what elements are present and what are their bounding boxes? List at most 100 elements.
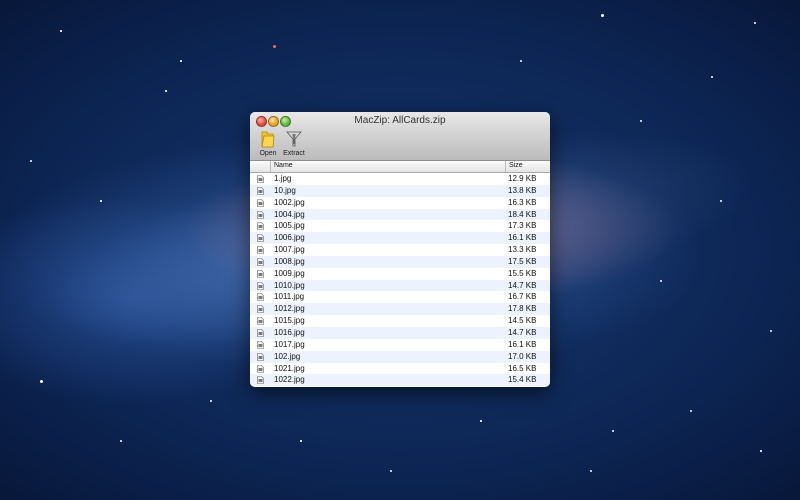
table-row[interactable]: 1008.jpg 17.5 KB — [250, 255, 550, 268]
file-size: 16.3 KB — [508, 197, 537, 207]
file-name: 1007.jpg — [274, 245, 305, 255]
extract-button[interactable]: Extract — [279, 129, 309, 157]
file-name: 1009.jpg — [274, 268, 305, 278]
file-size: 17.0 KB — [508, 351, 537, 361]
file-icon — [257, 269, 264, 278]
file-icon — [257, 329, 264, 337]
file-size: 14.7 KB — [508, 280, 537, 290]
file-name: 1021.jpg — [274, 363, 305, 373]
star — [120, 440, 122, 442]
file-name: 1015.jpg — [274, 316, 305, 326]
file-icon — [257, 293, 264, 302]
table-row[interactable]: 1005.jpg 17.3 KB — [250, 220, 550, 232]
table-row[interactable]: 1015.jpg 14.5 KB — [250, 315, 550, 327]
column-header-name[interactable]: Name — [274, 162, 293, 169]
file-name: 1010.jpg — [274, 280, 305, 290]
table-row[interactable]: 1007.jpg 13.3 KB — [250, 244, 550, 256]
file-size: 16.5 KB — [508, 363, 537, 373]
file-size: 16.1 KB — [508, 339, 537, 349]
desktop-wallpaper: MacZip: AllCards.zip Open Extract Name S… — [0, 0, 800, 500]
file-icon — [257, 281, 264, 290]
star — [40, 380, 43, 383]
file-size: 12.9 KB — [508, 174, 537, 183]
file-size: 13.8 KB — [508, 185, 537, 195]
table-row[interactable]: 1022.jpg 15.4 KB — [250, 374, 550, 387]
file-size: 18.4 KB — [508, 209, 537, 219]
window-title: MacZip: AllCards.zip — [354, 115, 446, 126]
table-row[interactable]: 1011.jpg 16.7 KB — [250, 291, 550, 303]
file-name: 1002.jpg — [274, 197, 305, 207]
star — [612, 430, 614, 432]
table-row[interactable]: 1012.jpg 17.8 KB — [250, 303, 550, 316]
table-row[interactable]: 1016.jpg 14.7 KB — [250, 326, 550, 339]
table-row[interactable]: 102.jpg 17.0 KB — [250, 350, 550, 363]
star — [210, 400, 212, 402]
file-name: 1005.jpg — [274, 221, 305, 231]
file-size: 14.7 KB — [508, 327, 537, 337]
star — [165, 90, 167, 92]
file-size: 15.4 KB — [508, 375, 537, 385]
star — [770, 330, 772, 332]
file-name: 1011.jpg — [274, 292, 305, 302]
file-icon — [257, 376, 264, 385]
file-icon — [257, 210, 264, 219]
file-name: 1008.jpg — [274, 256, 305, 266]
star — [720, 200, 722, 202]
title-bar[interactable]: MacZip: AllCards.zip Open Extract — [250, 112, 550, 161]
table-row[interactable]: 1010.jpg 14.7 KB — [250, 279, 550, 292]
star — [520, 60, 522, 62]
file-name: 1004.jpg — [274, 209, 305, 219]
file-size: 17.3 KB — [508, 221, 537, 231]
star — [60, 30, 62, 32]
file-name: 10.jpg — [274, 185, 296, 195]
file-name: 1017.jpg — [274, 339, 305, 349]
star — [100, 200, 102, 202]
table-row[interactable]: 10.jpg 13.8 KB — [250, 184, 550, 197]
star — [480, 420, 482, 422]
star — [690, 410, 692, 412]
table-row[interactable]: 1002.jpg 16.3 KB — [250, 197, 550, 209]
file-size: 15.5 KB — [508, 268, 537, 278]
star — [601, 14, 604, 17]
file-icon — [257, 246, 264, 254]
star — [390, 470, 392, 472]
star — [711, 76, 713, 78]
file-name: 1022.jpg — [274, 375, 305, 385]
file-icon — [257, 364, 264, 373]
table-row[interactable]: 1006.jpg 16.1 KB — [250, 232, 550, 245]
funnel-icon — [286, 131, 302, 147]
file-size: 16.7 KB — [508, 292, 537, 302]
file-icon — [257, 352, 264, 361]
file-icon — [257, 234, 264, 243]
file-name: 1006.jpg — [274, 233, 305, 243]
star — [760, 450, 762, 452]
table-row[interactable]: 1021.jpg 16.5 KB — [250, 363, 550, 375]
star — [273, 45, 276, 48]
star — [660, 280, 662, 282]
file-icon — [257, 222, 264, 231]
table-row[interactable]: 1009.jpg 15.5 KB — [250, 268, 550, 280]
file-icon — [257, 341, 264, 349]
file-list-header: Name Size — [250, 161, 550, 173]
file-size: 17.5 KB — [508, 256, 537, 266]
extract-label: Extract — [283, 150, 305, 157]
column-separator — [505, 161, 506, 172]
file-name: 102.jpg — [274, 351, 301, 361]
star — [300, 440, 302, 442]
table-row[interactable]: 1004.jpg 18.4 KB — [250, 208, 550, 221]
file-name: 1016.jpg — [274, 327, 305, 337]
maczip-window: MacZip: AllCards.zip Open Extract Name S… — [250, 112, 550, 387]
file-icon — [257, 175, 264, 183]
star — [640, 120, 642, 122]
star — [30, 160, 32, 162]
file-icon — [257, 258, 264, 266]
star — [754, 22, 756, 24]
file-size: 16.1 KB — [508, 233, 537, 243]
table-row[interactable]: 1017.jpg 16.1 KB — [250, 339, 550, 351]
file-size: 13.3 KB — [508, 245, 537, 255]
column-header-size[interactable]: Size — [509, 162, 523, 169]
table-row[interactable]: 1.jpg 12.9 KB — [250, 173, 550, 185]
file-icon — [257, 198, 264, 207]
file-size: 17.8 KB — [508, 304, 537, 314]
file-list: 1.jpg 12.9 KB 10.jpg 13.8 KB 1002.jpg 16.3 KB… — [250, 173, 550, 387]
